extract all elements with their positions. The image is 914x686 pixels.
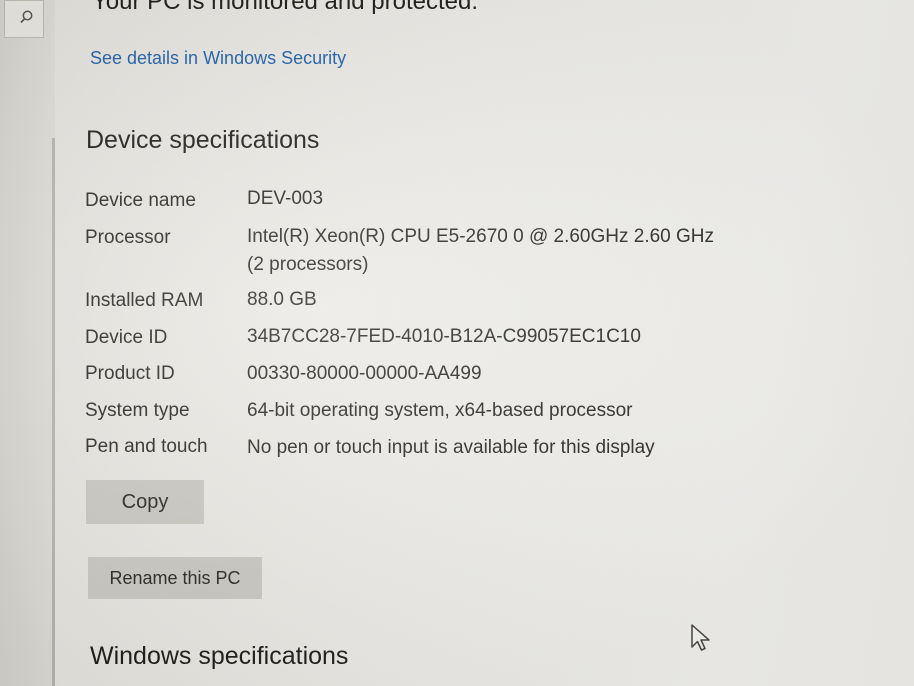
spec-value-device-name: DEV-003 xyxy=(247,188,324,209)
spec-label-processor: Processor xyxy=(85,227,171,248)
security-status: Your PC is monitored and protected. xyxy=(92,0,479,15)
spec-label-installed-ram: Installed RAM xyxy=(85,290,204,311)
panel-divider xyxy=(52,138,55,686)
spec-value-processor: Intel(R) Xeon(R) CPU E5-2670 0 @ 2.60GHz… xyxy=(247,226,715,275)
spec-label-device-name: Device name xyxy=(85,190,196,211)
device-specifications-title: Device specifications xyxy=(86,126,320,154)
spec-value-device-id: 34B7CC28-7FED-4010-B12A-C99057EC1C10 xyxy=(247,326,641,347)
copy-button[interactable]: Copy xyxy=(86,480,204,524)
about-content: Your PC is monitored and protected. See … xyxy=(84,0,884,686)
spec-value-pen-and-touch: No pen or touch input is available for t… xyxy=(247,437,655,458)
search-box[interactable] xyxy=(4,0,44,38)
spec-label-pen-and-touch: Pen and touch xyxy=(85,436,208,457)
spec-label-system-type: System type xyxy=(85,400,190,421)
windows-security-link[interactable]: See details in Windows Security xyxy=(90,48,346,69)
search-icon xyxy=(20,10,33,24)
spec-value-system-type: 64-bit operating system, x64-based proce… xyxy=(247,400,633,421)
spec-label-product-id: Product ID xyxy=(85,363,175,384)
rename-pc-button[interactable]: Rename this PC xyxy=(88,557,262,599)
navigation-strip xyxy=(0,0,55,686)
windows-specifications-title: Windows specifications xyxy=(90,642,349,670)
mouse-pointer-icon xyxy=(691,624,710,651)
spec-label-device-id: Device ID xyxy=(85,327,168,348)
spec-value-installed-ram: 88.0 GB xyxy=(247,289,317,310)
settings-screen: Your PC is monitored and protected. See … xyxy=(0,0,914,686)
spec-value-product-id: 00330-80000-00000-AA499 xyxy=(247,363,482,384)
